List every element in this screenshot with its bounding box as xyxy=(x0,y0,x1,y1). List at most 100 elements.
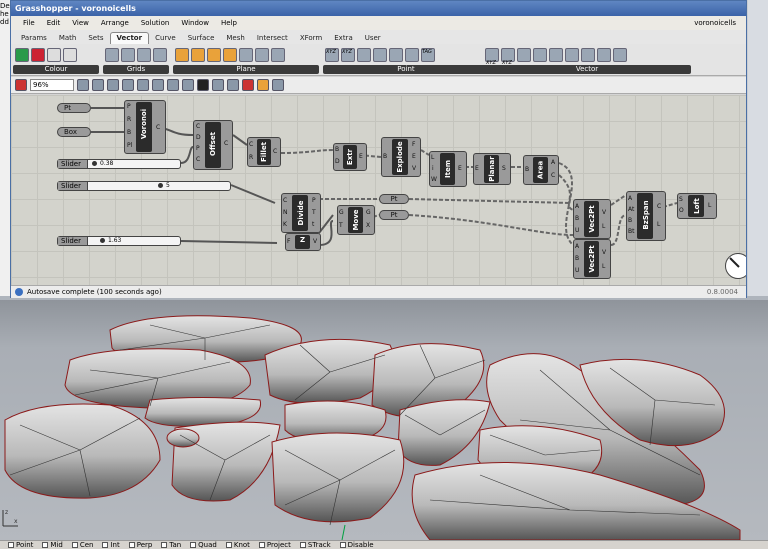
osnap-mid[interactable]: Mid xyxy=(42,541,63,549)
grid-icon[interactable] xyxy=(105,48,119,62)
pt-param[interactable]: Pt xyxy=(379,210,409,220)
osnap-perp[interactable]: Perp xyxy=(128,541,152,549)
menu-help[interactable]: Help xyxy=(215,19,243,27)
menu-edit[interactable]: Edit xyxy=(41,19,67,27)
area-component[interactable]: Area B A C xyxy=(523,155,559,185)
explode-component[interactable]: Explode B F E V xyxy=(381,137,421,177)
point-icon[interactable] xyxy=(373,48,387,62)
sphere-icon[interactable] xyxy=(152,79,164,91)
slider-height[interactable]: Slider 1.63 xyxy=(57,236,181,246)
tab-intersect[interactable]: Intersect xyxy=(251,33,294,44)
osnap-cen[interactable]: Cen xyxy=(71,541,93,549)
grid-icon[interactable] xyxy=(137,48,151,62)
colour-icon[interactable] xyxy=(63,48,77,62)
slider-knob[interactable] xyxy=(100,238,105,243)
play-icon[interactable] xyxy=(197,79,209,91)
fillet-component[interactable]: Fillet C R C xyxy=(247,137,281,167)
point-icon[interactable]: XYZ xyxy=(341,48,355,62)
tab-math[interactable]: Math xyxy=(53,33,83,44)
vector-icon[interactable] xyxy=(533,48,547,62)
offset-component[interactable]: Offset C D P C C xyxy=(193,120,233,170)
tab-mesh[interactable]: Mesh xyxy=(220,33,250,44)
move-component[interactable]: Move G T G X xyxy=(337,205,375,235)
colour-icon[interactable] xyxy=(15,48,29,62)
menu-arrange[interactable]: Arrange xyxy=(95,19,135,27)
grid-icon[interactable] xyxy=(121,48,135,62)
tab-user[interactable]: User xyxy=(359,33,387,44)
point-icon[interactable] xyxy=(357,48,371,62)
sketch-icon[interactable] xyxy=(272,79,284,91)
box-icon[interactable] xyxy=(212,79,224,91)
save-icon[interactable] xyxy=(137,79,149,91)
osnap-disable[interactable]: Disable xyxy=(339,541,374,549)
point-icon[interactable]: XYZ xyxy=(325,48,339,62)
plane-icon[interactable] xyxy=(271,48,285,62)
osnap-point[interactable]: Point xyxy=(8,541,33,549)
plane-icon[interactable] xyxy=(191,48,205,62)
osnap-tan[interactable]: Tan xyxy=(161,541,181,549)
slider-knob[interactable] xyxy=(158,183,163,188)
vector-icon[interactable]: XYZ xyxy=(501,48,515,66)
divide-component[interactable]: Divide C N K P T t xyxy=(281,193,321,233)
tab-sets[interactable]: Sets xyxy=(82,33,109,44)
navigate-icon[interactable] xyxy=(107,79,119,91)
point-icon[interactable] xyxy=(405,48,419,62)
extrude-component[interactable]: Extr B D E xyxy=(333,143,367,171)
pencil-icon[interactable] xyxy=(15,79,27,91)
pt-param[interactable]: Pt xyxy=(57,103,91,113)
slider-offset[interactable]: Slider 0.38 xyxy=(57,159,181,169)
plane-icon[interactable] xyxy=(207,48,221,62)
point-icon[interactable] xyxy=(389,48,403,62)
rhino-perspective-viewport[interactable]: z x xyxy=(0,300,768,540)
tab-xform[interactable]: XForm xyxy=(294,33,328,44)
navigation-dial-icon[interactable] xyxy=(725,253,746,279)
osnap-int[interactable]: Int xyxy=(102,541,120,549)
menu-view[interactable]: View xyxy=(66,19,95,27)
plane-icon[interactable] xyxy=(223,48,237,62)
tab-curve[interactable]: Curve xyxy=(149,33,182,44)
list-item-component[interactable]: Item L i W E xyxy=(429,151,467,187)
grasshopper-canvas[interactable]: Pt Box Voronoi P R B Pl C Offset C D P C… xyxy=(11,95,746,285)
planar-component[interactable]: Planar E S xyxy=(473,153,511,185)
osnap-project[interactable]: Project xyxy=(258,541,291,549)
vector-icon[interactable] xyxy=(565,48,579,62)
box-param[interactable]: Box xyxy=(57,127,91,137)
colour-icon[interactable] xyxy=(47,48,61,62)
vec2pt-component[interactable]: Vec2Pt A B U V L xyxy=(573,199,611,239)
unit-z-component[interactable]: Z F V xyxy=(285,233,321,251)
osnap-strack[interactable]: STrack xyxy=(299,541,331,549)
menu-window[interactable]: Window xyxy=(175,19,215,27)
tab-extra[interactable]: Extra xyxy=(328,33,358,44)
osnap-quad[interactable]: Quad xyxy=(190,541,217,549)
wire-icon[interactable] xyxy=(167,79,179,91)
vector-icon[interactable] xyxy=(597,48,611,62)
bezier-span-component[interactable]: BzSpan A At B Bt C L xyxy=(626,191,666,241)
zoom-icon[interactable] xyxy=(77,79,89,91)
slider-count[interactable]: Slider 5 xyxy=(57,181,231,191)
vec2pt-component[interactable]: Vec2Pt A B U V L xyxy=(573,239,611,279)
tab-params[interactable]: Params xyxy=(15,33,53,44)
colour-icon[interactable] xyxy=(31,48,45,62)
plane-icon[interactable] xyxy=(255,48,269,62)
vector-icon[interactable] xyxy=(581,48,595,62)
point-icon[interactable]: TAG xyxy=(421,48,435,62)
pt-param[interactable]: Pt xyxy=(379,194,409,204)
menu-file[interactable]: File xyxy=(17,19,41,27)
tab-vector[interactable]: Vector xyxy=(109,32,150,44)
window-title-bar[interactable]: Grasshopper - voronoicells xyxy=(11,1,746,16)
grid-icon[interactable] xyxy=(153,48,167,62)
colour-icon[interactable] xyxy=(257,79,269,91)
vector-icon[interactable] xyxy=(613,48,627,62)
voronoi-component[interactable]: Voronoi P R B Pl C xyxy=(124,100,166,154)
tab-surface[interactable]: Surface xyxy=(182,33,221,44)
bake-icon[interactable] xyxy=(242,79,254,91)
osnap-knot[interactable]: Knot xyxy=(225,541,250,549)
vector-icon[interactable]: XYZ xyxy=(485,48,499,66)
vector-icon[interactable] xyxy=(549,48,563,62)
zoom-extents-icon[interactable] xyxy=(92,79,104,91)
plane-icon[interactable] xyxy=(175,48,189,62)
box-icon[interactable] xyxy=(227,79,239,91)
loft-component[interactable]: Loft S O L xyxy=(677,193,717,219)
zoom-field[interactable]: 96% xyxy=(30,79,74,91)
preview-icon[interactable] xyxy=(122,79,134,91)
